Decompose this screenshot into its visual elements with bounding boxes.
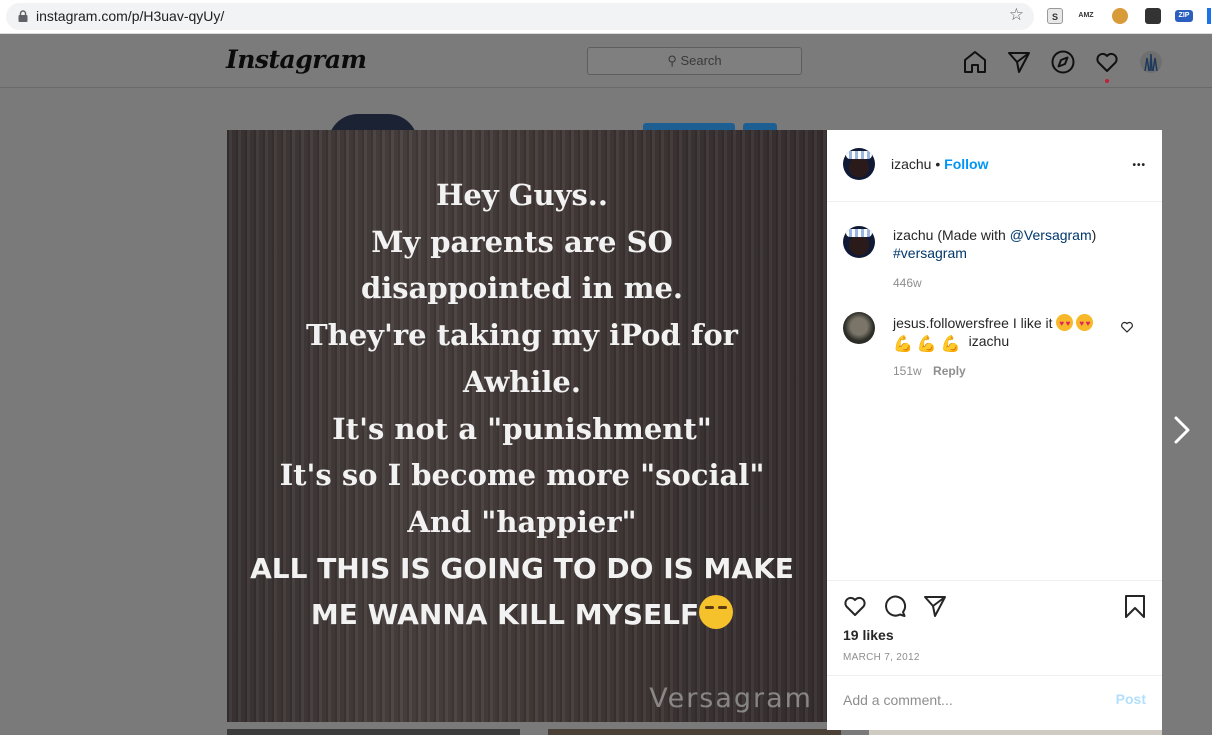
more-options-icon[interactable]: ••• [1132, 160, 1146, 171]
background-grid-thumb [548, 729, 841, 735]
flexed-biceps-emoji-icon: 💪 [916, 336, 937, 353]
search-placeholder: Search [680, 53, 722, 68]
explore-icon[interactable] [1050, 49, 1076, 75]
separator-dot: • [935, 156, 941, 172]
share-icon[interactable] [922, 593, 948, 619]
image-text-line: Hey Guys.. [435, 178, 609, 212]
caption-text: (Made with [937, 227, 1010, 243]
comment-meta: 151w Reply [893, 364, 966, 378]
comment-text: I like it [1012, 315, 1053, 331]
direct-icon[interactable] [1006, 49, 1032, 75]
post-header: izachu • Follow ••• [827, 130, 1162, 202]
next-post-arrow-icon[interactable] [1170, 412, 1194, 448]
extension-edge [1207, 8, 1211, 24]
image-text-line: It's so I become more "social" [279, 458, 765, 493]
caption-author-avatar[interactable] [843, 226, 875, 258]
caption-username[interactable]: izachu [893, 227, 933, 243]
post-image[interactable]: Hey Guys.. My parents are SO disappointe… [227, 130, 827, 722]
caption-hashtag-link[interactable]: #versagram [893, 245, 967, 261]
comment-username[interactable]: jesus.followersfree [893, 315, 1009, 331]
bookmark-star-icon[interactable]: ☆ [1009, 5, 1024, 25]
commenter-avatar[interactable] [843, 312, 875, 344]
caption-close-paren: ) [1091, 227, 1097, 243]
comment-mention[interactable]: izachu [969, 333, 1009, 349]
comment-timestamp[interactable]: 151w [893, 364, 922, 378]
extension-amz-icon[interactable]: AMZ [1078, 8, 1094, 24]
post-comment-button[interactable]: Post [1116, 691, 1146, 707]
image-text-line: It's not a "punishment" [332, 411, 712, 446]
extension-cookie-icon[interactable] [1112, 8, 1128, 24]
follow-button[interactable]: Follow [944, 156, 988, 172]
profile-icon[interactable] [1138, 49, 1164, 75]
comment-item: jesus.followersfree I like it 💪💪💪 izachu [893, 314, 1121, 353]
caption: izachu (Made with @Versagram) #versagram [893, 226, 1143, 262]
activity-dot [1105, 79, 1109, 83]
extension-s-icon[interactable]: S [1047, 8, 1063, 24]
search-box[interactable]: ⚲ Search [587, 47, 802, 75]
instagram-header: Instagram ⚲ Search [0, 35, 1212, 88]
caption-timestamp[interactable]: 446w [893, 276, 922, 290]
comment-icon[interactable] [882, 593, 908, 619]
browser-toolbar: instagram.com/p/H3uav-qyUy/ ☆ S AMZ ZIP [0, 0, 1212, 34]
image-text-line: They're taking my iPod for [306, 318, 738, 353]
flexed-biceps-emoji-icon: 💪 [893, 336, 913, 353]
home-icon[interactable] [962, 49, 988, 75]
lock-icon [18, 10, 28, 22]
extension-pin-icon[interactable] [1145, 8, 1161, 24]
image-text-line: disappointed in me. [360, 271, 684, 306]
comment-like-icon[interactable] [1120, 320, 1134, 334]
author-username[interactable]: izachu [891, 156, 931, 172]
heart-eyes-emoji-icon [1076, 314, 1094, 333]
reply-button[interactable]: Reply [933, 364, 966, 378]
caption-mention-link[interactable]: @Versagram [1010, 227, 1092, 243]
image-text-line: My parents are SO [371, 224, 673, 259]
activity-icon[interactable] [1094, 49, 1120, 75]
background-grid-thumb [227, 729, 520, 735]
add-comment-section: Post [827, 675, 1162, 725]
image-text-line: ME WANNA KILL MYSELF [310, 598, 700, 632]
flexed-biceps-emoji-icon: 💪 [940, 336, 961, 353]
image-text-line: Awhile. [463, 364, 581, 399]
likes-count[interactable]: 19 likes [843, 627, 894, 643]
image-text-line: ALL THIS IS GOING TO DO IS MAKE [250, 551, 794, 585]
save-bookmark-icon[interactable] [1122, 593, 1148, 619]
instagram-logo[interactable]: Instagram [226, 45, 367, 74]
post-image-text: Hey Guys.. My parents are SO disappointe… [227, 172, 817, 639]
unamused-face-emoji-icon [699, 595, 734, 630]
author-avatar[interactable] [843, 148, 875, 180]
post-actions: 19 likes MARCH 7, 2012 Post [827, 580, 1162, 724]
address-bar[interactable]: instagram.com/p/H3uav-qyUy/ ☆ [6, 3, 1034, 30]
heart-eyes-emoji-icon [1056, 314, 1074, 333]
search-icon: ⚲ [667, 53, 681, 68]
image-text-line: And "happier" [407, 504, 637, 539]
versagram-watermark: Versagram [649, 683, 813, 714]
post-side-panel: izachu • Follow ••• izachu (Made with @V… [827, 130, 1162, 730]
add-comment-input[interactable] [843, 692, 1093, 708]
like-icon[interactable] [842, 593, 868, 619]
extension-zip-icon[interactable]: ZIP [1175, 10, 1193, 22]
url-text[interactable]: instagram.com/p/H3uav-qyUy/ [36, 8, 224, 24]
post-date[interactable]: MARCH 7, 2012 [843, 652, 920, 663]
